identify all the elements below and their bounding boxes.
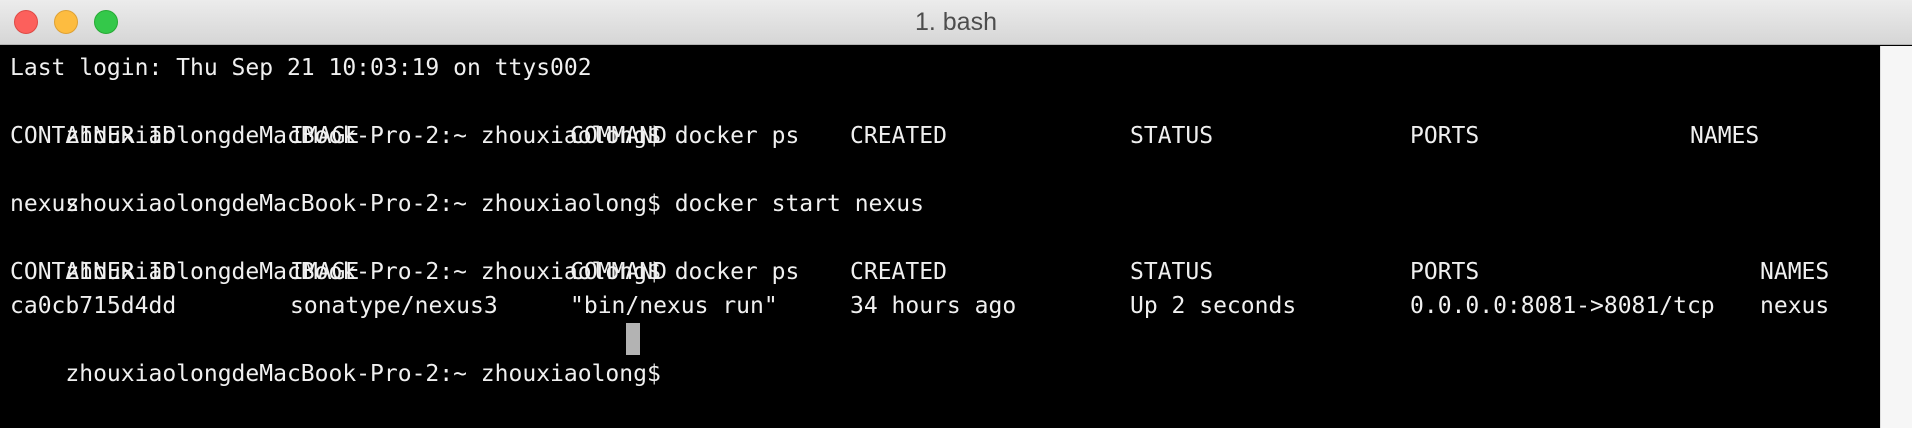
title-bar[interactable]: 1. bash	[0, 0, 1912, 45]
cell-names: nexus	[1760, 293, 1830, 319]
prompt-line-1: zhouxiaolongdeMacBook-Pro-2:~ zhouxiaolo…	[10, 85, 799, 149]
header-ports: PORTS	[1410, 123, 1480, 149]
cell-status: Up 2 seconds	[1130, 293, 1297, 319]
header-command: COMMAND	[570, 259, 667, 285]
current-prompt-line[interactable]: zhouxiaolongdeMacBook-Pro-2:~ zhouxiaolo…	[10, 323, 660, 387]
shell-prompt: zhouxiaolongdeMacBook-Pro-2:~ zhouxiaolo…	[65, 191, 661, 217]
table-header-row-2: CONTAINER ID IMAGE COMMAND CREATED STATU…	[10, 255, 1870, 289]
prompt-line-3: zhouxiaolongdeMacBook-Pro-2:~ zhouxiaolo…	[10, 221, 799, 285]
table-header-row-1: CONTAINER ID IMAGE COMMAND CREATED STATU…	[10, 119, 1870, 153]
window-title: 1. bash	[914, 8, 997, 36]
header-ports: PORTS	[1410, 259, 1480, 285]
cell-command: "bin/nexus run"	[570, 293, 778, 319]
table-row: ca0cb715d4dd sonatype/nexus3 "bin/nexus …	[10, 289, 1870, 323]
cell-ports: 0.0.0.0:8081->8081/tcp	[1410, 293, 1715, 319]
cell-created: 34 hours ago	[850, 293, 1017, 319]
header-image: IMAGE	[290, 123, 360, 149]
header-names: NAMES	[1760, 259, 1830, 285]
last-login-line: Last login: Thu Sep 21 10:03:19 on ttys0…	[10, 55, 592, 81]
header-status: STATUS	[1130, 123, 1214, 149]
header-container-id: CONTAINER ID	[10, 123, 177, 149]
cell-image: sonatype/nexus3	[290, 293, 498, 319]
command-output-line: nexus	[10, 191, 80, 217]
header-created: CREATED	[850, 123, 947, 149]
header-status: STATUS	[1130, 259, 1214, 285]
header-container-id: CONTAINER ID	[10, 259, 177, 285]
cell-container-id: ca0cb715d4dd	[10, 293, 177, 319]
terminal-scrollbar[interactable]	[1880, 46, 1912, 428]
header-names: NAMES	[1690, 123, 1760, 149]
header-command: COMMAND	[570, 123, 667, 149]
command-text: docker start nexus	[674, 191, 924, 217]
shell-prompt: zhouxiaolongdeMacBook-Pro-2:~ zhouxiaolo…	[65, 361, 661, 387]
header-image: IMAGE	[290, 259, 360, 285]
text-cursor	[626, 323, 640, 355]
prompt-line-2: zhouxiaolongdeMacBook-Pro-2:~ zhouxiaolo…	[10, 153, 924, 217]
terminal-window: 1. bash Last login: Thu Sep 21 10:03:19 …	[0, 0, 1912, 428]
header-created: CREATED	[850, 259, 947, 285]
